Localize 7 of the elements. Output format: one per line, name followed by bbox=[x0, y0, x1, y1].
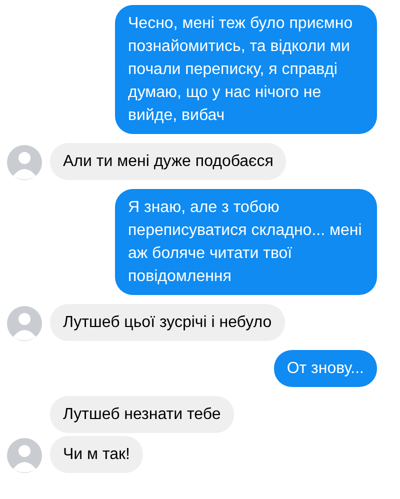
sent-message: От знову... bbox=[274, 350, 377, 387]
received-message: Лутшеб цьої зусрічі і небуло bbox=[50, 304, 285, 341]
received-message: Чи м так! bbox=[50, 436, 143, 473]
received-message: Лутшеб незнати тебе bbox=[50, 396, 234, 433]
received-message: Али ти мені дуже подобаєся bbox=[50, 143, 286, 180]
sent-message: Чесно, мені теж було приємно познайомитись, та відколи ми почали переписку, я справді думаю, що у нас нічого не вийде, вибач bbox=[115, 5, 377, 134]
sent-message: Я знаю, але з тобою переписуватися складно... мені аж боляче читати твої повідомлення bbox=[115, 189, 377, 295]
